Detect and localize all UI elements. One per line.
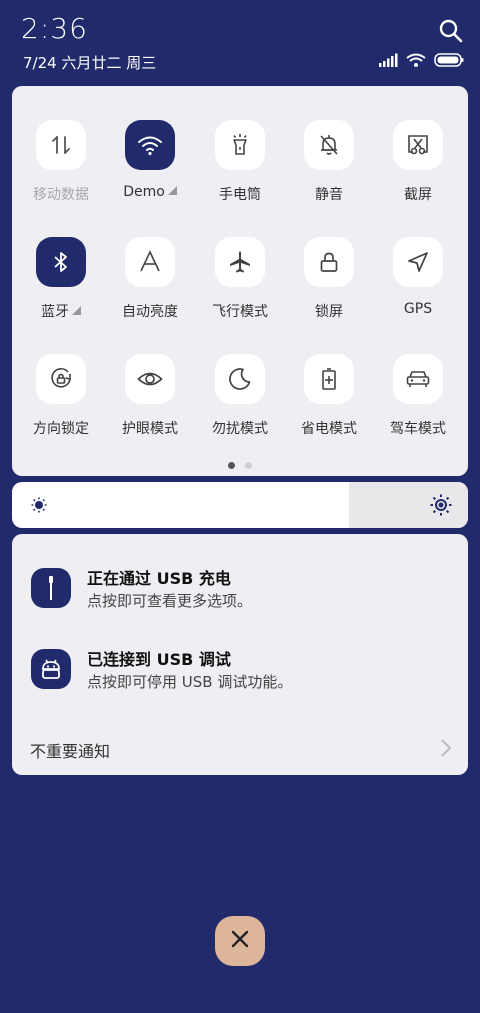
tile-label-text: 手电筒 bbox=[219, 187, 261, 203]
brightness-high-icon bbox=[430, 494, 452, 520]
tile-label-text: 驾车模式 bbox=[390, 421, 446, 437]
tile-label: 省电模式 bbox=[284, 418, 374, 438]
tile-label-text: Demo bbox=[123, 184, 165, 200]
tile-label: 驾车模式 bbox=[373, 418, 463, 438]
tile-mobile-data[interactable]: 移动数据 bbox=[16, 120, 106, 204]
system-icons bbox=[378, 52, 464, 71]
tile-bluetooth[interactable]: 蓝牙 bbox=[16, 237, 106, 321]
tile-label-text: GPS bbox=[403, 301, 433, 317]
tile-label: 移动数据 bbox=[16, 184, 106, 204]
quick-settings-panel: 移动数据 Demo 手电筒 静音 截屏蓝牙 自动亮度 飞行模式 锁屏 GPS 方向锁定 护眼模式 勿扰… bbox=[12, 86, 468, 476]
page-dot[interactable] bbox=[228, 462, 235, 469]
tile-label-text: 锁屏 bbox=[315, 304, 343, 320]
status-bar: 2:36 7/24 六月廿二 周三 bbox=[0, 0, 480, 80]
notification-panel: 正在通过 USB 充电 点按即可查看更多选项。 已连接到 USB 调试 点按即可… bbox=[12, 534, 468, 775]
expand-triangle-icon[interactable] bbox=[72, 306, 81, 315]
tile-lock[interactable]: 锁屏 bbox=[284, 237, 374, 321]
car-icon bbox=[393, 354, 443, 404]
wifi-status-icon bbox=[406, 52, 426, 71]
tile-label: 勿扰模式 bbox=[195, 418, 285, 438]
tile-label-text: 蓝牙 bbox=[41, 304, 69, 320]
tile-location[interactable]: GPS bbox=[373, 237, 463, 317]
tile-label: Demo bbox=[105, 184, 195, 200]
tile-label: 手电筒 bbox=[195, 184, 285, 204]
bell-off-icon bbox=[304, 120, 354, 170]
moon-icon bbox=[215, 354, 265, 404]
tile-label: 锁屏 bbox=[284, 301, 374, 321]
tile-wifi[interactable]: Demo bbox=[105, 120, 195, 200]
tile-label: 飞行模式 bbox=[195, 301, 285, 321]
tile-label: 截屏 bbox=[373, 184, 463, 204]
tile-label: 自动亮度 bbox=[105, 301, 195, 321]
date-text: 7/24 六月廿二 周三 bbox=[23, 54, 157, 72]
tile-label-text: 方向锁定 bbox=[33, 421, 89, 437]
expand-triangle-icon[interactable] bbox=[167, 186, 177, 195]
tile-label: 蓝牙 bbox=[16, 301, 106, 321]
tile-label-text: 移动数据 bbox=[33, 187, 89, 203]
notification-subtitle: 点按即可查看更多选项。 bbox=[87, 592, 253, 610]
eye-icon bbox=[125, 354, 175, 404]
tile-label-text: 自动亮度 bbox=[122, 304, 178, 320]
notification-title: 正在通过 USB 充电 bbox=[87, 569, 231, 588]
tile-auto-brightness[interactable]: 自动亮度 bbox=[105, 237, 195, 321]
tile-bell-off[interactable]: 静音 bbox=[284, 120, 374, 204]
battery-icon bbox=[434, 52, 464, 71]
tile-label: 静音 bbox=[284, 184, 374, 204]
tile-airplane[interactable]: 飞行模式 bbox=[195, 237, 285, 321]
tile-label: 方向锁定 bbox=[16, 418, 106, 438]
mobile-data-icon bbox=[36, 120, 86, 170]
tile-label-text: 静音 bbox=[315, 187, 343, 203]
airplane-icon bbox=[215, 237, 265, 287]
close-icon bbox=[231, 930, 249, 952]
unimportant-notifications-link[interactable]: 不重要通知 bbox=[30, 738, 110, 762]
page-dot[interactable] bbox=[245, 462, 252, 469]
location-icon bbox=[393, 237, 443, 287]
tile-label-text: 飞行模式 bbox=[212, 304, 268, 320]
flashlight-icon bbox=[215, 120, 265, 170]
rotation-lock-icon bbox=[36, 354, 86, 404]
screenshot-icon bbox=[393, 120, 443, 170]
close-button[interactable] bbox=[215, 916, 265, 966]
android-icon bbox=[31, 649, 71, 689]
auto-brightness-icon bbox=[125, 237, 175, 287]
tile-label: GPS bbox=[373, 301, 463, 317]
page-indicator bbox=[12, 462, 468, 469]
bluetooth-icon bbox=[36, 237, 86, 287]
signal-icon bbox=[378, 52, 398, 71]
search-icon[interactable] bbox=[438, 18, 464, 44]
tile-label-text: 省电模式 bbox=[301, 421, 357, 437]
usb-icon bbox=[31, 568, 71, 608]
tile-label-text: 截屏 bbox=[404, 187, 432, 203]
notification-subtitle: 点按即可停用 USB 调试功能。 bbox=[87, 673, 293, 691]
tile-eye[interactable]: 护眼模式 bbox=[105, 354, 195, 438]
tile-flashlight[interactable]: 手电筒 bbox=[195, 120, 285, 204]
brightness-slider[interactable] bbox=[12, 482, 468, 528]
tile-screenshot[interactable]: 截屏 bbox=[373, 120, 463, 204]
clock: 2:36 bbox=[21, 12, 88, 45]
chevron-right-icon[interactable] bbox=[440, 738, 452, 762]
tile-label: 护眼模式 bbox=[105, 418, 195, 438]
tile-moon[interactable]: 勿扰模式 bbox=[195, 354, 285, 438]
brightness-low-icon bbox=[31, 497, 47, 517]
tile-car[interactable]: 驾车模式 bbox=[373, 354, 463, 438]
wifi-icon bbox=[125, 120, 175, 170]
tile-label-text: 勿扰模式 bbox=[212, 421, 268, 437]
lock-icon bbox=[304, 237, 354, 287]
tile-label-text: 护眼模式 bbox=[122, 421, 178, 437]
tile-rotation-lock[interactable]: 方向锁定 bbox=[16, 354, 106, 438]
tile-battery-saver[interactable]: 省电模式 bbox=[284, 354, 374, 438]
battery-saver-icon bbox=[304, 354, 354, 404]
notification-title: 已连接到 USB 调试 bbox=[87, 650, 231, 669]
